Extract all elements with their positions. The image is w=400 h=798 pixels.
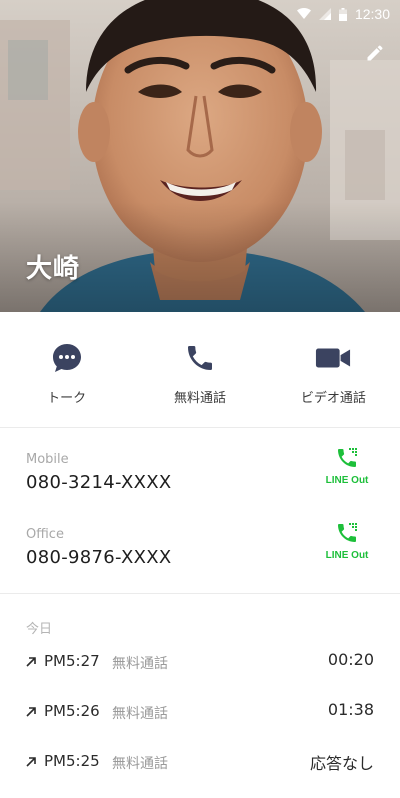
line-out-button[interactable]: LINE Out bbox=[320, 521, 374, 561]
phone-number: 080-3214-XXXX bbox=[26, 472, 172, 493]
contact-actions: トーク 無料通話 ビデオ通話 bbox=[0, 312, 400, 428]
phone-type-label: Mobile bbox=[26, 452, 69, 467]
call-time: PM5:25 bbox=[44, 752, 100, 770]
call-duration: 00:20 bbox=[327, 650, 374, 669]
line-out-button[interactable]: LINE Out bbox=[320, 446, 374, 486]
status-icons: 12:30 bbox=[296, 5, 390, 23]
phone-icon bbox=[182, 340, 218, 376]
outgoing-call-icon bbox=[26, 657, 36, 667]
phone-row-mobile[interactable]: Mobile 080-3214-XXXX LINE Out bbox=[0, 448, 400, 512]
line-out-phone-icon bbox=[338, 448, 357, 467]
line-out-phone-icon bbox=[338, 523, 357, 542]
signal-icon bbox=[318, 8, 331, 20]
phone-numbers-section: Mobile 080-3214-XXXX LINE Out Office 080… bbox=[0, 428, 400, 594]
call-time: PM5:27 bbox=[44, 652, 100, 670]
phone-type-label: Office bbox=[26, 527, 64, 542]
contact-name: 大崎 bbox=[26, 254, 81, 284]
phone-number: 080-9876-XXXX bbox=[26, 547, 172, 568]
contact-header-photo: 12:30 大崎 bbox=[0, 0, 400, 312]
call-time: PM5:26 bbox=[44, 702, 100, 720]
phone-row-office[interactable]: Office 080-9876-XXXX LINE Out bbox=[0, 523, 400, 587]
talk-button[interactable]: トーク bbox=[0, 312, 133, 427]
line-out-label: LINE Out bbox=[325, 550, 369, 561]
talk-label: トーク bbox=[47, 391, 87, 406]
edit-button[interactable] bbox=[362, 40, 388, 66]
call-result-no-answer: 応答なし bbox=[309, 754, 374, 773]
free-call-button[interactable]: 無料通話 bbox=[133, 312, 266, 427]
video-call-button[interactable]: ビデオ通話 bbox=[267, 312, 400, 427]
chat-bubble-icon bbox=[49, 340, 85, 376]
call-type: 無料通話 bbox=[112, 706, 168, 722]
call-history-section: 今日 PM5:27 無料通話 00:20 PM5:26 無料通話 01:38 P… bbox=[0, 594, 400, 798]
call-type: 無料通話 bbox=[112, 656, 168, 672]
video-camera-icon bbox=[315, 340, 351, 376]
battery-icon bbox=[338, 7, 347, 21]
call-history-title: 今日 bbox=[26, 622, 53, 637]
call-history-item[interactable]: PM5:25 無料通話 応答なし bbox=[0, 746, 400, 782]
line-out-label: LINE Out bbox=[325, 475, 369, 486]
free-call-label: 無料通話 bbox=[173, 391, 226, 406]
call-type: 無料通話 bbox=[112, 756, 168, 772]
pencil-icon bbox=[367, 45, 383, 61]
call-history-item[interactable]: PM5:26 無料通話 01:38 bbox=[0, 696, 400, 732]
outgoing-call-icon bbox=[26, 757, 36, 767]
call-history-item[interactable]: PM5:27 無料通話 00:20 bbox=[0, 646, 400, 682]
status-time: 12:30 bbox=[354, 6, 390, 22]
wifi-icon bbox=[296, 8, 311, 19]
video-call-label: ビデオ通話 bbox=[300, 391, 366, 406]
status-bar: 12:30 bbox=[0, 0, 400, 28]
call-duration: 01:38 bbox=[327, 700, 374, 719]
outgoing-call-icon bbox=[26, 707, 36, 717]
